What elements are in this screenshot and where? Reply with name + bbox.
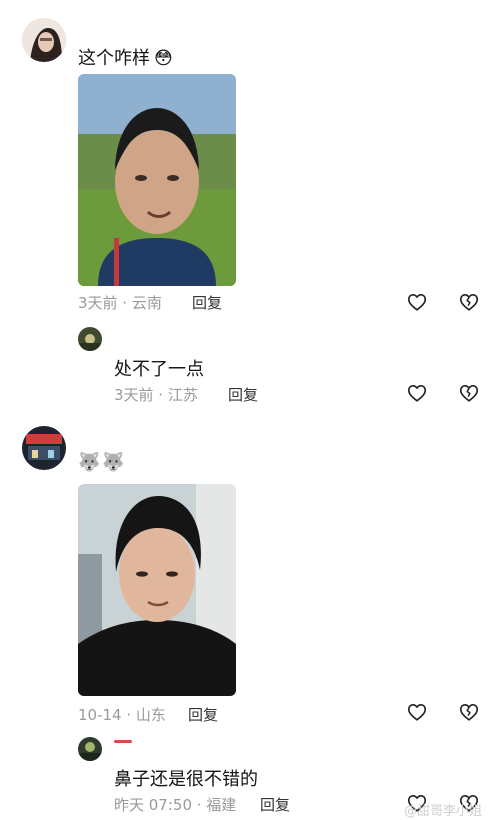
- heart-outline-icon: [407, 385, 427, 402]
- like-button[interactable]: [404, 699, 430, 725]
- comment-image[interactable]: [78, 74, 236, 286]
- reply-avatar[interactable]: [78, 737, 102, 761]
- broken-heart-icon: [459, 385, 479, 402]
- reply-badge: [114, 740, 132, 743]
- like-button[interactable]: [404, 289, 430, 315]
- broken-heart-icon: [459, 294, 479, 311]
- reply-avatar[interactable]: [78, 327, 102, 351]
- wolf-emoji-icon: 🐺🐺: [78, 452, 127, 473]
- reply-meta: 昨天 07:50 · 福建: [114, 796, 237, 814]
- comment-text: 🐺🐺: [78, 452, 127, 473]
- watermark: @甜哥李小姐: [404, 804, 483, 819]
- like-button[interactable]: [404, 380, 430, 406]
- comment-meta: 3天前 · 云南: [78, 294, 162, 312]
- dislike-button[interactable]: [456, 380, 482, 406]
- comment-meta: 10-14 · 山东: [78, 706, 166, 724]
- reply-button[interactable]: 回复: [192, 292, 222, 313]
- broken-heart-icon: [459, 704, 479, 721]
- comment-text-content: 这个咋样: [78, 48, 150, 69]
- dislike-button[interactable]: [456, 699, 482, 725]
- commenter-avatar[interactable]: [22, 18, 66, 62]
- reply-button[interactable]: 回复: [260, 794, 290, 815]
- reply-button[interactable]: 回复: [228, 384, 258, 405]
- comment-image[interactable]: [78, 484, 236, 696]
- emoji-icon: 😳: [154, 48, 173, 69]
- reply-text: 鼻子还是很不错的: [114, 769, 258, 790]
- heart-outline-icon: [407, 294, 427, 311]
- comment-text: 这个咋样 😳: [78, 44, 173, 70]
- reply-meta: 3天前 · 江苏: [114, 386, 198, 404]
- commenter-avatar[interactable]: [22, 426, 66, 470]
- dislike-button[interactable]: [456, 289, 482, 315]
- reply-button[interactable]: 回复: [188, 704, 218, 725]
- heart-outline-icon: [407, 704, 427, 721]
- reply-text: 处不了一点: [114, 359, 204, 380]
